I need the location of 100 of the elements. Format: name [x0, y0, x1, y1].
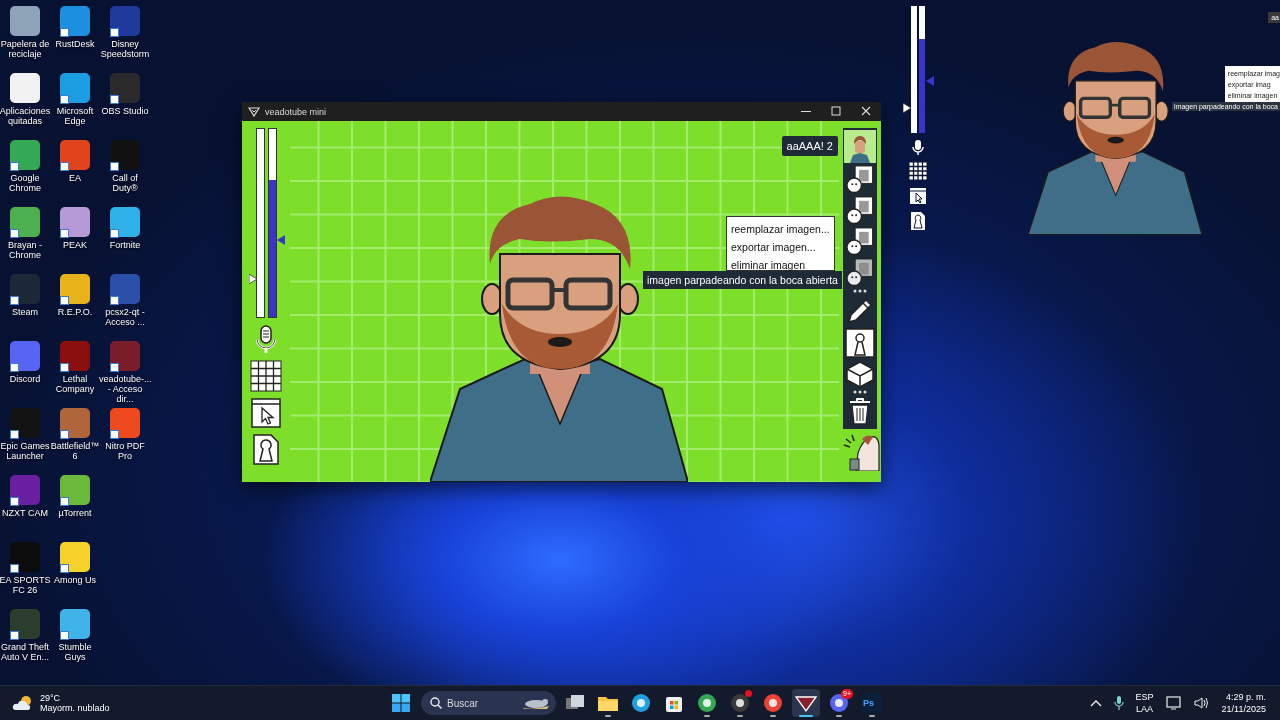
- start-icon[interactable]: [392, 694, 410, 712]
- app-icon: [828, 692, 850, 714]
- app-icon: [729, 692, 751, 714]
- menu-item[interactable]: eliminar imagen: [727, 256, 834, 274]
- app-tile-icon[interactable]: [60, 6, 90, 36]
- icon-label[interactable]: PEAK: [49, 240, 101, 250]
- app-tile-icon[interactable]: [60, 408, 90, 438]
- cursor-window-icon: [909, 187, 927, 205]
- search-field[interactable]: Buscar: [421, 691, 556, 715]
- app-tile-icon[interactable]: [60, 207, 90, 237]
- menu-item[interactable]: exportar imagen...: [727, 238, 834, 256]
- app-tile-icon[interactable]: [10, 140, 40, 170]
- app-tile-icon[interactable]: [110, 207, 140, 237]
- app-tile-icon[interactable]: [10, 341, 40, 371]
- app-tile-icon[interactable]: [10, 609, 40, 639]
- trash-icon[interactable]: [847, 397, 873, 425]
- volume-icon[interactable]: [1193, 696, 1210, 710]
- menu-item[interactable]: reemplazar imagen...: [727, 220, 834, 238]
- app-icon: [696, 692, 718, 714]
- icon-label[interactable]: Microsoft Edge: [49, 106, 101, 126]
- face-state-icon[interactable]: [845, 196, 875, 225]
- app-tile-icon[interactable]: [10, 73, 40, 103]
- app-tile-icon[interactable]: [110, 274, 140, 304]
- grid-icon[interactable]: [250, 360, 282, 392]
- app-tile-icon[interactable]: [10, 475, 40, 505]
- icon-label[interactable]: EA: [49, 173, 101, 183]
- weather-text: Mayorm. nublado: [40, 703, 110, 713]
- grid-icon: [908, 161, 928, 181]
- icon-label[interactable]: OBS Studio: [99, 106, 151, 116]
- icon-label[interactable]: Google Chrome: [0, 173, 51, 193]
- face-state-icon[interactable]: [845, 227, 875, 256]
- icon-label[interactable]: Papelera de reciclaje: [0, 39, 51, 59]
- icon-label[interactable]: Steam: [0, 307, 51, 317]
- icon-label[interactable]: Battlefield™ 6: [49, 441, 101, 461]
- taskbar-app-button[interactable]: [792, 689, 820, 717]
- app-tile-icon[interactable]: [10, 408, 40, 438]
- icon-label[interactable]: Stumble Guys: [49, 642, 101, 662]
- icon-label[interactable]: Grand Theft Auto V En...: [0, 642, 51, 662]
- app-logo-icon: [248, 106, 260, 117]
- app-tile-icon[interactable]: [60, 140, 90, 170]
- microphone-icon: [911, 139, 925, 155]
- cursor-window-icon[interactable]: [251, 398, 281, 428]
- app-tile-icon[interactable]: [110, 73, 140, 103]
- cube-icon[interactable]: [845, 360, 875, 388]
- keyboard-layout-text[interactable]: LAA: [1135, 703, 1154, 715]
- app-tile-icon[interactable]: [110, 341, 140, 371]
- icon-label[interactable]: R.E.P.O.: [49, 307, 101, 317]
- face-state-icon[interactable]: [845, 258, 875, 287]
- more-icon[interactable]: [853, 390, 867, 394]
- app-tile-icon[interactable]: [110, 408, 140, 438]
- pencil-icon[interactable]: [845, 296, 875, 326]
- avatar-thumbnail[interactable]: [844, 130, 876, 163]
- app-tile-icon[interactable]: [110, 140, 140, 170]
- search-icon: [430, 697, 442, 709]
- icon-label[interactable]: Aplicaciones quitadas: [0, 106, 51, 126]
- app-tile-icon[interactable]: [60, 475, 90, 505]
- icon-label[interactable]: Among Us: [49, 575, 101, 585]
- icon-label[interactable]: Epic Games Launcher: [0, 441, 51, 461]
- app-tile-icon[interactable]: [60, 341, 90, 371]
- icon-label[interactable]: Discord: [0, 374, 51, 384]
- app-tile-icon[interactable]: [10, 542, 40, 572]
- tooltip: imagen parpadeando con la boca abierta: [643, 271, 842, 289]
- icon-label[interactable]: veadotube-... - Acceso dir...: [99, 374, 151, 404]
- icon-label[interactable]: RustDesk: [49, 39, 101, 49]
- icon-label[interactable]: Brayan - Chrome: [0, 240, 51, 260]
- app-tile-icon[interactable]: [10, 274, 40, 304]
- avatar-mini-icon: [848, 135, 872, 163]
- app-tile-icon[interactable]: [10, 207, 40, 237]
- icon-label[interactable]: Nitro PDF Pro: [99, 441, 151, 461]
- taskbar-app-button[interactable]: Ps: [858, 689, 886, 717]
- microphone-icon[interactable]: [1113, 696, 1124, 710]
- clock-date[interactable]: 21/11/2025: [1221, 703, 1266, 715]
- app-tile-icon[interactable]: [60, 542, 90, 572]
- temperature-text: 29°C: [40, 693, 62, 703]
- more-icon[interactable]: [853, 289, 867, 293]
- chevron-up-icon[interactable]: [1089, 699, 1102, 707]
- language-text[interactable]: ESP: [1135, 691, 1154, 703]
- icon-label[interactable]: pcsx2-qt - Acceso ...: [99, 307, 151, 327]
- face-state-icon[interactable]: [845, 165, 875, 194]
- app-icon: [861, 692, 883, 714]
- clock-time[interactable]: 4:29 p. m.: [1221, 691, 1266, 703]
- app-tile-icon[interactable]: [60, 609, 90, 639]
- app-icon: [762, 692, 784, 714]
- window-title: veadotube mini: [265, 106, 327, 117]
- app-icon: [630, 692, 652, 714]
- icon-label[interactable]: EA SPORTS FC 26: [0, 575, 51, 595]
- icon-label[interactable]: µTorrent: [49, 508, 101, 518]
- icon-label[interactable]: NZXT CAM: [0, 508, 51, 518]
- icon-label[interactable]: Fortnite: [99, 240, 151, 250]
- app-tile-icon[interactable]: [60, 274, 90, 304]
- cloud-sun-icon: [12, 695, 34, 711]
- keyhole-document-icon[interactable]: [251, 434, 281, 465]
- app-tile-icon[interactable]: [110, 6, 140, 36]
- keyhole-icon[interactable]: [845, 328, 875, 358]
- app-tile-icon[interactable]: [60, 73, 90, 103]
- app-tile-icon[interactable]: [10, 6, 40, 36]
- icon-label[interactable]: Call of Duty®: [99, 173, 151, 193]
- icon-label[interactable]: Disney Speedstorm: [99, 39, 151, 59]
- network-icon[interactable]: [1165, 696, 1182, 710]
- slider-thumb[interactable]: [248, 274, 257, 285]
